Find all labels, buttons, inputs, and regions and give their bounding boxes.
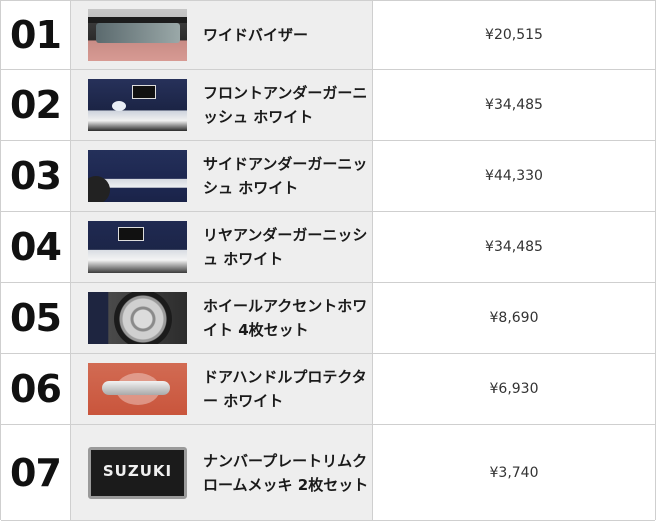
item-price: ¥44,330 [373, 141, 655, 211]
item-number: 07 [1, 425, 71, 520]
item-number: 01 [1, 1, 71, 69]
table-row: 05 ホイールアクセントホワイト 4枚セット ¥8,690 [1, 283, 655, 354]
front-under-garnish-image [88, 79, 187, 131]
table-row: 02 フロントアンダーガーニッシュ ホワイト ¥34,485 [1, 70, 655, 141]
item-price: ¥6,930 [373, 354, 655, 424]
item-price: ¥34,485 [373, 70, 655, 140]
item-cell: フロントアンダーガーニッシュ ホワイト [71, 70, 373, 140]
item-cell: ワイドバイザー [71, 1, 373, 69]
table-row: 06 ドアハンドルプロテクター ホワイト ¥6,930 [1, 354, 655, 425]
item-number: 02 [1, 70, 71, 140]
item-name: ホイールアクセントホワイト 4枚セット [203, 297, 368, 339]
item-name: ドアハンドルプロテクター ホワイト [203, 368, 367, 410]
item-cell: リヤアンダーガーニッシュ ホワイト [71, 212, 373, 282]
table-row: 04 リヤアンダーガーニッシュ ホワイト ¥34,485 [1, 212, 655, 283]
item-name: ワイドバイザー [203, 26, 309, 44]
item-price: ¥8,690 [373, 283, 655, 353]
door-handle-protector-image [88, 363, 187, 415]
item-name: ナンバープレートリムクロームメッキ 2枚セット [203, 451, 369, 494]
plate-logo-text: SUZUKI [102, 461, 173, 480]
item-name: フロントアンダーガーニッシュ ホワイト [203, 84, 368, 126]
table-row: 03 サイドアンダーガーニッシュ ホワイト ¥44,330 [1, 141, 655, 212]
item-number: 04 [1, 212, 71, 282]
item-cell: SUZUKI ナンバープレートリムクロームメッキ 2枚セット [71, 425, 373, 520]
wheel-accent-image [88, 292, 187, 344]
item-number: 03 [1, 141, 71, 211]
item-number: 05 [1, 283, 71, 353]
side-under-garnish-image [88, 150, 187, 202]
item-price: ¥20,515 [373, 1, 655, 69]
item-name: サイドアンダーガーニッシュ ホワイト [203, 155, 368, 197]
rear-under-garnish-image [88, 221, 187, 273]
number-plate-rim-image: SUZUKI [88, 446, 187, 499]
item-number: 06 [1, 354, 71, 424]
table-row: 07 SUZUKI ナンバープレートリムクロームメッキ 2枚セット ¥3,740 [1, 425, 655, 521]
item-cell: ホイールアクセントホワイト 4枚セット [71, 283, 373, 353]
item-price: ¥3,740 [373, 425, 655, 520]
item-cell: サイドアンダーガーニッシュ ホワイト [71, 141, 373, 211]
item-name: リヤアンダーガーニッシュ ホワイト [203, 226, 368, 268]
wide-visor-image [88, 9, 187, 61]
item-cell: ドアハンドルプロテクター ホワイト [71, 354, 373, 424]
table-row: 01 ワイドバイザー ¥20,515 [1, 1, 655, 70]
item-price: ¥34,485 [373, 212, 655, 282]
accessory-table: 01 ワイドバイザー ¥20,515 02 フロントアンダーガーニッシュ ホワイ… [0, 0, 656, 521]
